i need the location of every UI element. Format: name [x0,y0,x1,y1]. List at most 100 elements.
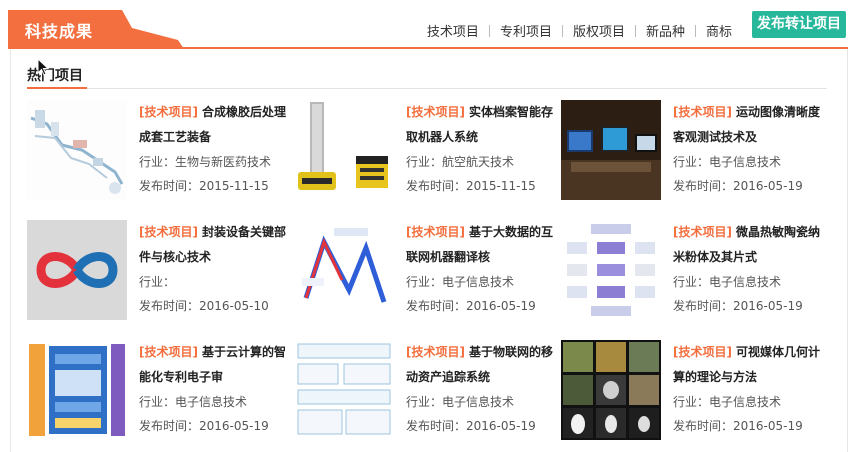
project-tag: [技术项目] [406,345,465,359]
date-value: 2016-05-19 [733,419,803,433]
project-date: 发布时间： 2015-11-15 [139,174,295,198]
baidu-translate-logo-icon[interactable] [294,220,394,320]
project-industry: 行业： 电子信息技术 [673,390,829,414]
process-line-diagram-icon[interactable] [27,100,127,200]
publish-project-button[interactable]: 发布转让项目 [752,11,846,38]
project-info: [技术项目] 可视媒体几何计算的理论与方法 行业： 电子信息技术 发布时间： 2016… [673,340,829,438]
project-title[interactable]: [技术项目] 基于物联网的移动资产追踪系统 [406,340,562,390]
industry-value: 航空航天技术 [442,155,515,169]
section-title-underline [27,87,87,89]
industry-value: 电子信息技术 [442,395,515,409]
project-title[interactable]: [技术项目] 可视媒体几何计算的理论与方法 [673,340,829,390]
industry-label: 行业： [406,395,443,409]
date-value: 2015-11-15 [466,179,536,193]
project-date: 发布时间： 2016-05-19 [673,294,829,318]
industry-label: 行业： [139,275,176,289]
industry-label: 行业： [673,275,710,289]
project-tag: [技术项目] [673,105,732,119]
lab-monitors-photo-icon[interactable] [561,100,661,200]
industry-label: 行业： [139,155,176,169]
industry-value: 电子信息技术 [175,395,248,409]
project-title[interactable]: [技术项目] 合成橡胶后处理成套工艺装备 [139,100,295,150]
industry-label: 行业： [406,275,443,289]
nav-item-patent[interactable]: 专利项目 [490,21,562,40]
project-date: 发布时间： 2016-05-19 [406,414,562,438]
system-architecture-diagram-icon[interactable] [27,340,127,440]
industry-value: 电子信息技术 [709,395,782,409]
project-info: [技术项目] 微晶热敏陶瓷纳米粉体及其片式 行业： 电子信息技术 发布时间： 2016… [673,220,829,318]
project-info: [技术项目] 运动图像清晰度客观测试技术及 行业： 电子信息技术 发布时间： 2016… [673,100,829,198]
project-title[interactable]: [技术项目] 基于大数据的互联网机器翻译核 [406,220,562,270]
date-value: 2016-05-19 [199,419,269,433]
industry-label: 行业： [673,155,710,169]
date-label: 发布时间： [406,299,467,313]
category-nav: 技术项目 专利项目 版权项目 新品种 商标 [417,21,742,40]
project-industry: 行业： 电子信息技术 [673,270,829,294]
project-card[interactable]: [技术项目] 可视媒体几何计算的理论与方法 行业： 电子信息技术 发布时间： 2016… [561,340,827,440]
project-info: [技术项目] 实体档案智能存取机器人系统 行业： 航空航天技术 发布时间： 2015-… [406,100,562,198]
project-card[interactable]: [技术项目] 实体档案智能存取机器人系统 行业： 航空航天技术 发布时间： 2015-… [294,100,560,200]
date-value: 2016-05-19 [466,419,536,433]
project-date: 发布时间： 2016-05-19 [139,414,295,438]
hot-projects-header: 热门项目 [27,65,827,89]
block-diagram-icon[interactable] [294,340,394,440]
project-industry: 行业： 电子信息技术 [406,390,562,414]
nav-item-copyright[interactable]: 版权项目 [563,21,635,40]
yellow-robot-photo-icon[interactable] [294,100,394,200]
date-value: 2016-05-19 [733,299,803,313]
industry-value: 生物与新医药技术 [175,155,272,169]
nav-item-trademark[interactable]: 商标 [696,21,742,40]
industry-value: 电子信息技术 [709,155,782,169]
project-title[interactable]: [技术项目] 实体档案智能存取机器人系统 [406,100,562,150]
project-tag: [技术项目] [139,225,198,239]
section-header: 科技成果 技术项目 专利项目 版权项目 新品种 商标 发布转让项目 [8,10,848,49]
project-date: 发布时间： 2015-11-15 [406,174,562,198]
project-date: 发布时间： 2016-05-10 [139,294,295,318]
date-value: 2016-05-10 [199,299,269,313]
project-tag: [技术项目] [406,105,465,119]
project-info: [技术项目] 基于物联网的移动资产追踪系统 行业： 电子信息技术 发布时间： 2016… [406,340,562,438]
project-tag: [技术项目] [139,345,198,359]
project-tag: [技术项目] [139,105,198,119]
project-info: [技术项目] 合成橡胶后处理成套工艺装备 行业： 生物与新医药技术 发布时间： 201… [139,100,295,198]
project-card[interactable]: [技术项目] 合成橡胶后处理成套工艺装备 行业： 生物与新医药技术 发布时间： 201… [27,100,293,200]
project-title[interactable]: [技术项目] 基于云计算的智能化专利电子审 [139,340,295,390]
brand-title: 科技成果 [25,22,94,41]
project-card[interactable]: [技术项目] 基于大数据的互联网机器翻译核 行业： 电子信息技术 发布时间： 2016… [294,220,560,320]
industry-label: 行业： [139,395,176,409]
industry-label: 行业： [673,395,710,409]
date-label: 发布时间： [139,419,200,433]
project-card[interactable]: [技术项目] 基于物联网的移动资产追踪系统 行业： 电子信息技术 发布时间： 2016… [294,340,560,440]
project-industry: 行业： 电子信息技术 [139,390,295,414]
date-value: 2016-05-19 [466,299,536,313]
date-label: 发布时间： [673,299,734,313]
project-card[interactable]: [技术项目] 微晶热敏陶瓷纳米粉体及其片式 行业： 电子信息技术 发布时间： 2016… [561,220,827,320]
project-tag: [技术项目] [673,225,732,239]
nav-item-tech[interactable]: 技术项目 [417,21,489,40]
project-title[interactable]: [技术项目] 运动图像清晰度客观测试技术及 [673,100,829,150]
nav-item-variety[interactable]: 新品种 [636,21,695,40]
date-label: 发布时间： [139,299,200,313]
project-date: 发布时间： 2016-05-19 [673,174,829,198]
industry-value: 电子信息技术 [442,275,515,289]
industry-label: 行业： [406,155,443,169]
project-title[interactable]: [技术项目] 微晶热敏陶瓷纳米粉体及其片式 [673,220,829,270]
project-industry: 行业： 航空航天技术 [406,150,562,174]
project-card[interactable]: [技术项目] 基于云计算的智能化专利电子审 行业： 电子信息技术 发布时间： 2016… [27,340,293,440]
flow-chart-icon[interactable] [561,220,661,320]
project-date: 发布时间： 2016-05-19 [673,414,829,438]
date-label: 发布时间： [406,179,467,193]
project-card[interactable]: [技术项目] 运动图像清晰度客观测试技术及 行业： 电子信息技术 发布时间： 2016… [561,100,827,200]
project-title[interactable]: [技术项目] 封装设备关键部件与核心技术 [139,220,295,270]
project-industry: 行业： 生物与新医药技术 [139,150,295,174]
date-value: 2016-05-19 [733,179,803,193]
project-tag: [技术项目] [406,225,465,239]
image-grid-photo-icon[interactable] [561,340,661,440]
infinity-logo-icon[interactable] [27,220,127,320]
project-industry: 行业： 电子信息技术 [673,150,829,174]
date-label: 发布时间： [673,179,734,193]
section-title: 热门项目 [27,68,83,84]
project-info: [技术项目] 封装设备关键部件与核心技术 行业： 发布时间： 2016-05-10 [139,220,295,318]
project-card[interactable]: [技术项目] 封装设备关键部件与核心技术 行业： 发布时间： 2016-05-10 [27,220,293,320]
project-industry: 行业： [139,270,295,294]
